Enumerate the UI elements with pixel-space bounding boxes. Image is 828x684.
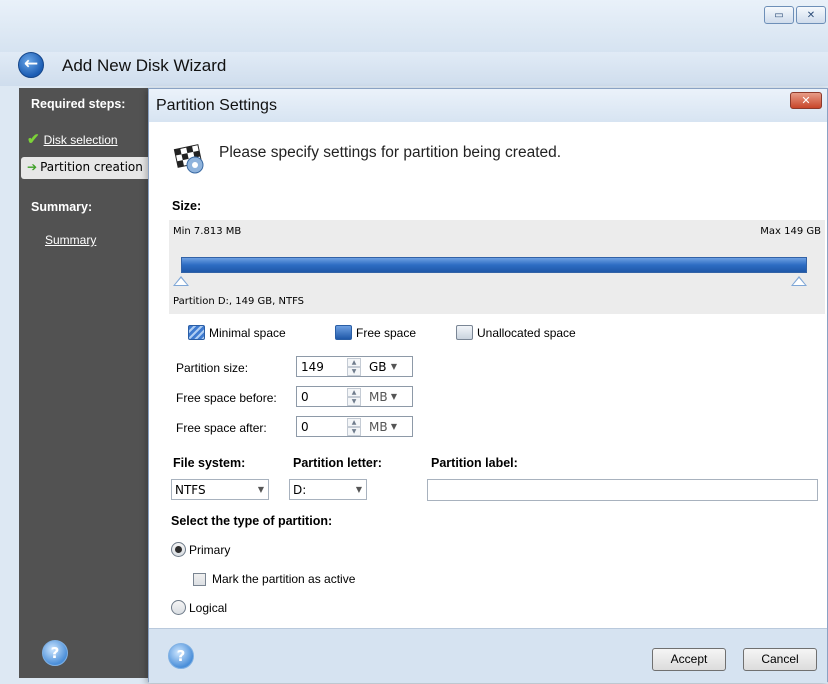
chevron-down-icon: ▼ xyxy=(257,485,264,494)
checkmark-icon: ✔ xyxy=(27,131,40,148)
back-button[interactable]: ← xyxy=(18,52,44,78)
partition-type-heading: Select the type of partition: xyxy=(171,514,333,528)
free-after-stepper[interactable]: 0 ▲ ▼ MB ▼ xyxy=(296,416,413,437)
partition-size-label: Partition size: xyxy=(176,361,249,375)
dialog-title: Partition Settings xyxy=(156,97,277,114)
primary-label: Primary xyxy=(189,542,231,557)
partition-info-text: Partition D:, 149 GB, NTFS xyxy=(173,296,305,307)
help-icon[interactable]: ? xyxy=(168,643,194,669)
legend-minimal-space: Minimal space xyxy=(188,325,286,340)
spin-down-icon[interactable]: ▼ xyxy=(347,427,361,436)
sidebar-item-disk-selection[interactable]: ✔ Disk selection xyxy=(27,130,118,148)
legend-label: Free space xyxy=(356,325,417,340)
spin-arrows[interactable]: ▲ ▼ xyxy=(347,418,361,436)
free-before-stepper[interactable]: 0 ▲ ▼ MB ▼ xyxy=(296,386,413,407)
spin-arrows[interactable]: ▲ ▼ xyxy=(347,388,361,406)
spin-up-icon[interactable]: ▲ xyxy=(347,388,361,397)
current-step-arrow-icon: ➔ xyxy=(27,160,38,174)
partition-label-heading: Partition label: xyxy=(431,456,518,470)
file-system-label: File system: xyxy=(173,456,246,470)
partition-letter-value: D: xyxy=(293,483,307,497)
free-before-label: Free space before: xyxy=(176,391,277,405)
close-icon: ✕ xyxy=(806,9,816,21)
partition-letter-select[interactable]: D: ▼ xyxy=(289,479,367,500)
sidebar-item-summary[interactable]: Summary xyxy=(45,233,96,247)
size-label: Size: xyxy=(172,199,202,213)
wizard-sidebar: Required steps: ✔ Disk selection ➔ Partiti… xyxy=(19,88,161,678)
dialog-close-button[interactable]: ✕ xyxy=(790,92,822,109)
legend-label: Unallocated space xyxy=(477,325,576,340)
file-system-value: NTFS xyxy=(175,483,206,497)
sidebar-item-label: Partition creation xyxy=(40,160,143,174)
unit-value: MB xyxy=(369,420,388,434)
sidebar-item-partition-creation[interactable]: ➔ Partition creation xyxy=(21,157,161,179)
left-resize-handle[interactable] xyxy=(173,276,189,286)
required-steps-heading: Required steps: xyxy=(31,97,126,111)
free-after-unit-select[interactable]: MB ▼ xyxy=(361,417,401,436)
chevron-down-icon: ▼ xyxy=(390,362,397,371)
spin-up-icon[interactable]: ▲ xyxy=(347,358,361,367)
spin-up-icon[interactable]: ▲ xyxy=(347,418,361,427)
partition-letter-label: Partition letter: xyxy=(293,456,382,470)
logical-label: Logical xyxy=(189,600,228,615)
radio-unchecked[interactable] xyxy=(171,600,186,615)
sidebar-item-label: Summary xyxy=(45,233,97,247)
unallocated-space-swatch xyxy=(456,325,473,340)
window-controls: ▭ ✕ xyxy=(762,6,826,24)
partition-size-stepper[interactable]: 149 ▲ ▼ GB ▼ xyxy=(296,356,413,377)
max-size-label: Max 149 GB xyxy=(760,226,821,237)
summary-heading: Summary: xyxy=(31,200,93,214)
free-space-swatch xyxy=(335,325,352,340)
cancel-button[interactable]: Cancel xyxy=(743,648,817,671)
chevron-down-icon: ▼ xyxy=(355,485,362,494)
restore-button[interactable]: ▭ xyxy=(764,6,794,24)
partition-size-unit-select[interactable]: GB ▼ xyxy=(361,357,401,376)
free-after-label: Free space after: xyxy=(176,421,267,435)
mark-active-checkbox[interactable]: Mark the partition as active xyxy=(193,572,355,586)
partition-size-bar[interactable] xyxy=(181,257,807,273)
partition-settings-dialog: Partition Settings ✕ Please specify sett… xyxy=(148,88,828,683)
legend-unallocated-space: Unallocated space xyxy=(456,325,576,340)
back-arrow-icon: ← xyxy=(23,54,39,74)
free-after-value[interactable]: 0 xyxy=(297,417,347,436)
wizard-title: Add New Disk Wizard xyxy=(62,56,227,75)
close-icon: ✕ xyxy=(801,94,811,107)
dialog-footer: ? Accept Cancel xyxy=(149,628,827,683)
logical-radio[interactable]: Logical xyxy=(171,600,227,615)
partition-size-panel: Min 7.813 MB Max 149 GB Partition D:, 14… xyxy=(169,220,825,314)
right-resize-handle[interactable] xyxy=(791,276,807,286)
primary-radio[interactable]: Primary xyxy=(171,542,230,557)
dialog-titlebar: Partition Settings ✕ xyxy=(149,89,827,122)
partition-label-input[interactable] xyxy=(427,479,818,501)
mark-active-label: Mark the partition as active xyxy=(212,572,356,586)
free-before-value[interactable]: 0 xyxy=(297,387,347,406)
minimal-space-swatch xyxy=(188,325,205,340)
sidebar-item-label: Disk selection xyxy=(43,133,118,147)
spin-down-icon[interactable]: ▼ xyxy=(347,397,361,406)
legend-free-space: Free space xyxy=(335,325,416,340)
help-icon[interactable]: ? xyxy=(42,640,68,666)
radio-checked[interactable] xyxy=(171,542,186,557)
spin-down-icon[interactable]: ▼ xyxy=(347,367,361,376)
checkbox-box[interactable] xyxy=(193,572,206,586)
free-before-unit-select[interactable]: MB ▼ xyxy=(361,387,401,406)
chevron-down-icon: ▼ xyxy=(390,422,397,431)
unit-value: MB xyxy=(369,390,388,404)
partition-settings-icon xyxy=(173,144,204,174)
file-system-select[interactable]: NTFS ▼ xyxy=(171,479,269,500)
accept-button[interactable]: Accept xyxy=(652,648,726,671)
restore-icon: ▭ xyxy=(774,9,784,21)
window-titlebar: ▭ ✕ xyxy=(0,0,828,52)
instruction-text: Please specify settings for partition be… xyxy=(219,144,562,161)
min-size-label: Min 7.813 MB xyxy=(173,226,242,237)
unit-value: GB xyxy=(369,360,387,374)
chevron-down-icon: ▼ xyxy=(390,392,397,401)
spin-arrows[interactable]: ▲ ▼ xyxy=(347,358,361,376)
partition-size-value[interactable]: 149 xyxy=(297,357,347,376)
legend-label: Minimal space xyxy=(209,325,286,340)
window-close-button[interactable]: ✕ xyxy=(796,6,826,24)
